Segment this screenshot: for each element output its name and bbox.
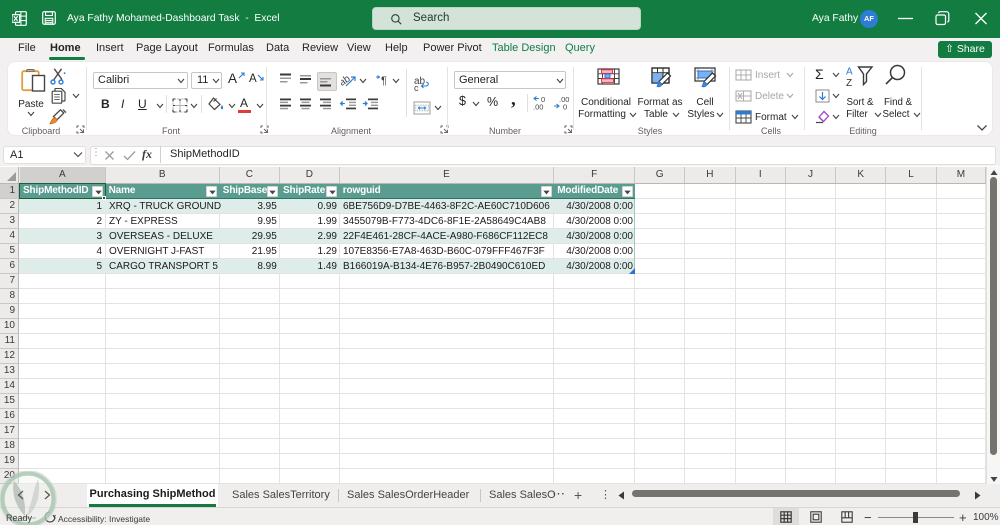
svg-text:.00: .00 [533, 103, 543, 112]
svg-text:c: c [414, 83, 419, 91]
svg-text:0: 0 [563, 103, 567, 112]
svg-text:A: A [846, 67, 853, 78]
svg-text:¶: ¶ [381, 75, 387, 87]
svg-text:Z: Z [846, 78, 852, 87]
